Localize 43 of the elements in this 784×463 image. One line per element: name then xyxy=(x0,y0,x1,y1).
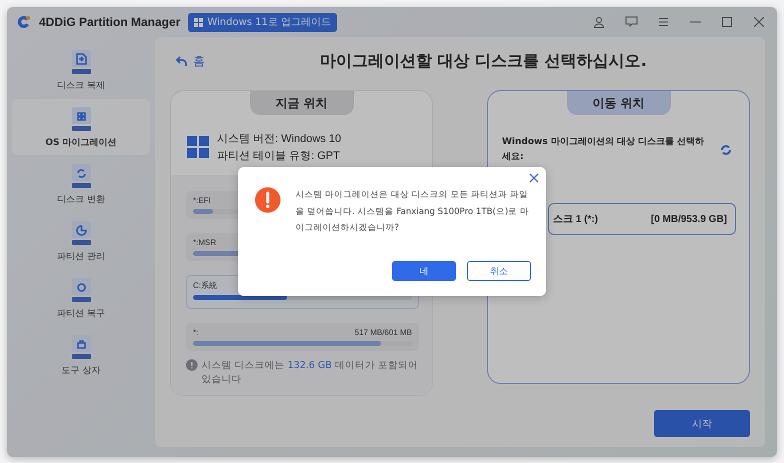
home-link[interactable]: 홈 xyxy=(170,52,320,70)
close-icon[interactable] xyxy=(751,14,767,30)
target-prompt: Windows 마이그레이션의 대상 디스크를 선택하세요: xyxy=(502,136,706,164)
sidebar-item[interactable]: 디스크 변환 xyxy=(12,156,150,212)
drive-icon xyxy=(70,276,92,302)
system-disk-note: 시스템 디스크에는 132.6 GB 데이터가 포함되어 있습니다 xyxy=(202,359,419,387)
partition-table-type: 파티션 테이블 유형: GPT xyxy=(217,149,341,163)
app-title: 4DDiG Partition Manager xyxy=(39,15,180,29)
partition-size: 517 MB/601 MB xyxy=(354,328,412,337)
partition-name: *:MSR xyxy=(193,238,216,247)
app-logo-icon xyxy=(17,15,31,29)
page-title: 마이그레이션할 대상 디스크를 선택하십시오. xyxy=(320,50,647,72)
confirm-button[interactable]: 네 xyxy=(392,261,456,281)
drive-icon xyxy=(70,162,92,188)
dialog-message: 시스템 마이그레이션은 대상 디스크의 모든 파티션과 파일을 덮어씁니다. 시스템을 Fanxiang S100Pro 1TB(으)로 마이그레이션하시겠습니까? xyxy=(296,189,530,235)
partition-name: *:EFI xyxy=(193,196,211,205)
back-arrow-icon xyxy=(176,56,187,66)
windows-icon xyxy=(194,18,204,26)
sidebar-item[interactable]: 도구 상자 xyxy=(12,327,150,383)
account-icon[interactable] xyxy=(591,14,607,30)
drive-icon xyxy=(70,220,92,246)
sidebar-item[interactable]: 디스크 복제 xyxy=(12,42,150,98)
disk-size: [0 MB/953.9 GB] xyxy=(650,214,727,224)
drive-icon xyxy=(70,334,92,360)
maximize-icon[interactable] xyxy=(719,14,735,30)
disk-name: 스크 1 (*:) xyxy=(553,213,598,226)
sidebar-item[interactable]: 파티션 관리 xyxy=(12,213,150,269)
cancel-button[interactable]: 취소 xyxy=(467,261,531,281)
drive-icon xyxy=(70,106,92,132)
drive-icon xyxy=(70,48,92,74)
upgrade-button[interactable]: Windows 11로 업그레이드 xyxy=(188,12,338,32)
warning-icon xyxy=(255,187,281,213)
feedback-icon[interactable] xyxy=(623,14,639,30)
partition-name: C:系統 xyxy=(193,280,217,291)
partition-name: *: xyxy=(193,328,198,337)
info-icon xyxy=(186,359,198,371)
refresh-icon[interactable] xyxy=(720,144,732,156)
system-version: 시스템 버전: Windows 10 xyxy=(217,132,342,146)
close-icon[interactable] xyxy=(528,172,540,184)
start-button[interactable]: 시작 xyxy=(654,410,750,437)
sidebar-item[interactable]: 파티션 복구 xyxy=(12,270,150,326)
windows-icon xyxy=(187,136,209,158)
disk-row[interactable]: 스크 1 (*:) [0 MB/953.9 GB] xyxy=(548,203,736,235)
